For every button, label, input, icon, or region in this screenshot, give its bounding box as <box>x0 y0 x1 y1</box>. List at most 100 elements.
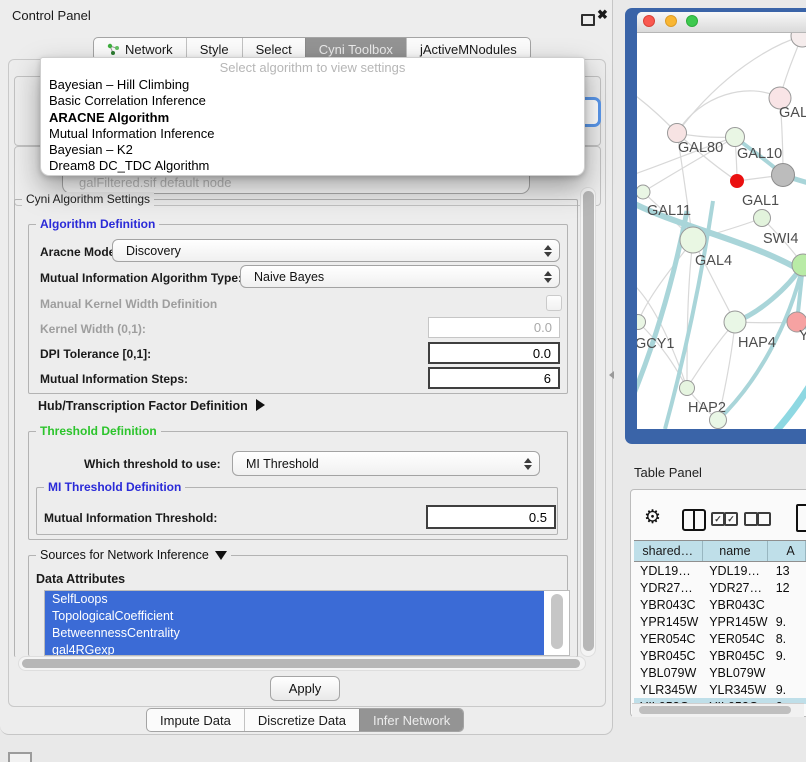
combo-stepper-icon <box>543 271 551 283</box>
attribute-list-item[interactable]: SelfLoops <box>45 591 544 608</box>
bottom-left-partial-icon[interactable] <box>8 752 32 762</box>
data-attributes-list[interactable]: SelfLoopsTopologicalCoefficientBetweenne… <box>44 590 570 656</box>
hub-definition-toggle[interactable]: Hub/Transcription Factor Definition <box>38 399 265 413</box>
network-edge[interactable] <box>687 322 735 388</box>
column-header-clipped[interactable]: A <box>768 541 806 561</box>
tab-infer-network[interactable]: Infer Network <box>359 709 463 731</box>
table-source-value: galFiltered.sif default node <box>79 175 231 190</box>
kernel-width-label: Kernel Width (0,1): <box>40 322 146 336</box>
sources-group-title[interactable]: Sources for Network Inference <box>36 548 231 562</box>
table-cell: 9. <box>770 649 806 663</box>
tab-impute-data[interactable]: Impute Data <box>147 709 244 731</box>
network-node-GAL4[interactable] <box>680 227 706 253</box>
network-window-titlebar[interactable] <box>637 12 806 33</box>
mac-close-icon[interactable] <box>643 15 655 27</box>
aracne-mode-combobox[interactable]: Discovery <box>112 239 560 262</box>
table-cell: 8. <box>770 632 806 646</box>
node-label: GAL <box>779 105 806 121</box>
mi-threshold-field[interactable]: 0.5 <box>426 505 556 529</box>
node-label: GCY1 <box>637 336 675 352</box>
algorithm-option[interactable]: Bayesian – K2 <box>41 142 584 158</box>
node-label: GAL11 <box>647 203 691 219</box>
settings-vertical-scrollbar-thumb[interactable] <box>583 191 594 651</box>
mi-type-combobox[interactable]: Naive Bayes <box>240 265 560 288</box>
network-edge[interactable] <box>735 363 806 429</box>
split-view-icon[interactable] <box>682 509 706 531</box>
network-node[interactable] <box>710 412 727 429</box>
threshold-definition-title: Threshold Definition <box>36 424 161 438</box>
gear-icon[interactable]: ⚙ <box>644 506 661 529</box>
table-horizontal-scrollbar-thumb[interactable] <box>639 706 791 714</box>
network-node[interactable] <box>772 164 795 187</box>
table-row[interactable]: YER054CYER054C8. <box>634 630 806 647</box>
network-node-GAL10[interactable] <box>726 128 745 147</box>
which-threshold-combobox[interactable]: MI Threshold <box>232 451 540 476</box>
panel-splitter-handle[interactable] <box>609 371 614 379</box>
close-icon[interactable]: ✖ <box>597 7 608 23</box>
tab-network-label: Network <box>125 42 173 57</box>
settings-horizontal-scrollbar-thumb[interactable] <box>22 659 580 668</box>
table-cell: YDR27… <box>634 581 703 595</box>
mi-steps-field[interactable]: 6 <box>428 367 560 389</box>
network-node-HAP2[interactable] <box>680 381 695 396</box>
expand-right-icon <box>256 399 265 411</box>
column-header-name[interactable]: name <box>703 541 769 561</box>
algorithm-option[interactable]: Basic Correlation Inference <box>41 93 584 109</box>
network-node[interactable] <box>730 174 744 188</box>
deselect-all-checkbox-icon2[interactable] <box>757 512 771 526</box>
dpi-tolerance-field[interactable]: 0.0 <box>428 342 560 364</box>
deselect-all-checkbox-icon[interactable] <box>744 512 758 526</box>
kernel-width-field[interactable]: 0.0 <box>428 317 560 338</box>
float-window-icon[interactable] <box>581 14 595 26</box>
attribute-list-item[interactable]: BetweennessCentrality <box>45 625 544 642</box>
select-all-checkbox-icon[interactable]: ✓ <box>711 512 725 526</box>
network-node-GCY1[interactable] <box>637 315 646 330</box>
combo-stepper-icon <box>543 245 551 257</box>
network-node-GAL11[interactable] <box>637 185 650 199</box>
network-canvas[interactable]: GALGAL80GAL10GAL11GAL1SWI4GAL4GCY1HAP4YH… <box>637 33 806 429</box>
network-edge[interactable] <box>677 91 780 133</box>
node-label: GAL80 <box>678 140 723 156</box>
mac-minimize-icon[interactable] <box>665 15 677 27</box>
table-cell: YPR145W <box>703 615 770 629</box>
mi-type-value: Naive Bayes <box>254 270 324 284</box>
mi-steps-label: Mutual Information Steps: <box>40 372 188 386</box>
mac-zoom-icon[interactable] <box>686 15 698 27</box>
table-cell: YLR345W <box>703 683 770 697</box>
cyni-algorithm-settings-title: Cyni Algorithm Settings <box>22 192 154 206</box>
table-cell: YBR045C <box>703 649 770 663</box>
algorithm-option-list: Bayesian – Hill ClimbingBasic Correlatio… <box>41 77 584 175</box>
column-header-shared-name[interactable]: shared… <box>634 541 703 561</box>
table-row[interactable]: YBL079WYBL079W <box>634 664 806 681</box>
table-cell: YDR27… <box>703 581 770 595</box>
algorithm-option[interactable]: ARACNE Algorithm <box>41 110 584 126</box>
algorithm-option[interactable]: Bayesian – Hill Climbing <box>41 77 584 93</box>
table-row[interactable]: YBR043CYBR043C <box>634 596 806 613</box>
table-cell: YBR043C <box>703 598 770 612</box>
select-all-checkbox-icon2[interactable]: ✓ <box>724 512 738 526</box>
attribute-list-item[interactable]: gal4RGexp <box>45 642 544 656</box>
table-row[interactable]: YPR145WYPR145W9. <box>634 613 806 630</box>
algorithm-option[interactable]: Dream8 DC_TDC Algorithm <box>41 158 584 174</box>
network-node-GAL1[interactable] <box>754 210 771 227</box>
table-row[interactable]: YDL19…YDL19…13 <box>634 562 806 579</box>
table-row[interactable]: YDR27…YDR27…12 <box>634 579 806 596</box>
attribute-list-item[interactable]: TopologicalCoefficient <box>45 608 544 625</box>
table-cell: YER054C <box>634 632 703 646</box>
apply-button[interactable]: Apply <box>270 676 340 701</box>
table-row[interactable]: YBR045CYBR045C9. <box>634 647 806 664</box>
table-row[interactable]: YLR345WYLR345W9. <box>634 681 806 698</box>
page-icon[interactable] <box>796 504 806 532</box>
network-node[interactable] <box>792 254 806 276</box>
table-cell: YDL19… <box>703 564 770 578</box>
table-cell: YBR045C <box>634 649 703 663</box>
network-node[interactable] <box>791 33 806 47</box>
network-node-HAP4[interactable] <box>724 311 746 333</box>
manual-kernel-checkbox[interactable] <box>546 295 562 311</box>
algorithm-dropdown-popup: Select algorithm to view settings Bayesi… <box>40 57 585 176</box>
attributes-list-scrollbar-thumb[interactable] <box>551 594 563 649</box>
collapse-down-icon <box>215 551 227 560</box>
tab-discretize-data[interactable]: Discretize Data <box>244 709 359 731</box>
node-label: GAL1 <box>742 193 779 209</box>
algorithm-option[interactable]: Mutual Information Inference <box>41 126 584 142</box>
